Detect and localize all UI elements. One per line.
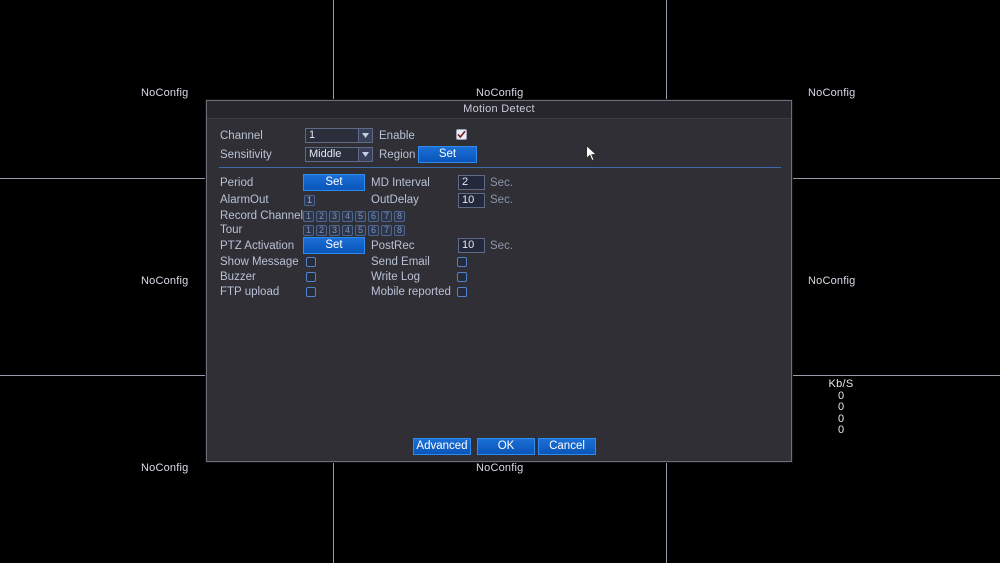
sensitivity-dropdown-value: Middle (309, 148, 342, 160)
period-set-button[interactable]: Set (303, 174, 365, 191)
write-log-checkbox[interactable] (457, 272, 467, 282)
md-interval-label: MD Interval (371, 177, 430, 189)
dialog-title: Motion Detect (463, 103, 535, 115)
show-message-checkbox[interactable] (306, 257, 316, 267)
tour-toggle[interactable]: 8 (394, 225, 405, 236)
tour-toggle[interactable]: 1 (303, 225, 314, 236)
chevron-down-icon (358, 129, 372, 142)
buzzer-checkbox[interactable] (306, 272, 316, 282)
send-email-label: Send Email (371, 256, 430, 268)
advanced-button[interactable]: Advanced (413, 438, 471, 455)
record-channel-toggle[interactable]: 7 (381, 211, 392, 222)
period-label: Period (220, 177, 254, 189)
channel-dropdown-value: 1 (309, 129, 316, 141)
record-channel-label: Record Channel (220, 210, 304, 222)
mouse-cursor (586, 144, 598, 163)
record-channel-toggle[interactable]: 1 (303, 211, 314, 222)
enable-label: Enable (379, 130, 415, 142)
ftp-upload-checkbox[interactable] (306, 287, 316, 297)
postrec-input[interactable]: 10 (458, 238, 485, 253)
alarmout-label: AlarmOut (220, 194, 269, 206)
mobile-reported-label: Mobile reported (371, 286, 451, 298)
md-interval-input[interactable]: 2 (458, 175, 485, 190)
md-interval-unit: Sec. (490, 177, 514, 189)
record-channel-toggle[interactable]: 3 (329, 211, 340, 222)
buzzer-label: Buzzer (220, 271, 256, 283)
section-divider (219, 167, 781, 168)
record-channel-toggle[interactable]: 8 (394, 211, 405, 222)
channel-dropdown[interactable]: 1 (305, 128, 373, 143)
ftp-upload-label: FTP upload (220, 286, 280, 298)
region-label: Region (379, 149, 416, 161)
show-message-label: Show Message (220, 256, 299, 268)
bitrate-value: 0 (837, 401, 845, 413)
record-channel-toggle[interactable]: 5 (355, 211, 366, 222)
channel-status-label: NoConfig (808, 275, 856, 287)
chevron-down-icon (358, 148, 372, 161)
tour-toggle[interactable]: 5 (355, 225, 366, 236)
region-set-button[interactable]: Set (418, 146, 477, 163)
channel-status-label: NoConfig (141, 275, 189, 287)
record-channel-toggle[interactable]: 4 (342, 211, 353, 222)
dialog-body: Channel 1 Enable Sensitivity Middle Regi… (207, 119, 791, 463)
channel-label: Channel (220, 130, 263, 142)
mobile-reported-checkbox[interactable] (457, 287, 467, 297)
channel-status-label: NoConfig (141, 462, 189, 474)
tour-label: Tour (220, 224, 243, 236)
record-channel-toggle[interactable]: 2 (316, 211, 327, 222)
channel-status-label: NoConfig (476, 87, 524, 99)
outdelay-unit: Sec. (490, 194, 514, 206)
alarmout-channel-toggle[interactable]: 1 (304, 195, 315, 206)
bitrate-value: 0 (837, 424, 845, 436)
channel-status-label: NoConfig (808, 87, 856, 99)
postrec-unit: Sec. (490, 240, 514, 252)
record-channel-toggles: 1 2 3 4 5 6 7 8 (303, 211, 407, 222)
tour-toggle[interactable]: 6 (368, 225, 379, 236)
channel-status-label: NoConfig (141, 87, 189, 99)
postrec-label: PostRec (371, 240, 415, 252)
sensitivity-dropdown[interactable]: Middle (305, 147, 373, 162)
channel-status-label: NoConfig (476, 462, 524, 474)
send-email-checkbox[interactable] (457, 257, 467, 267)
bitrate-title: Kb/S (828, 378, 854, 390)
enable-checkbox[interactable] (456, 129, 467, 140)
cancel-button[interactable]: Cancel (538, 438, 596, 455)
ptz-activation-set-button[interactable]: Set (303, 237, 365, 254)
tour-toggle[interactable]: 7 (381, 225, 392, 236)
sensitivity-label: Sensitivity (220, 149, 272, 161)
tour-toggle[interactable]: 4 (342, 225, 353, 236)
tour-toggles: 1 2 3 4 5 6 7 8 (303, 225, 407, 236)
outdelay-input[interactable]: 10 (458, 193, 485, 208)
outdelay-label: OutDelay (371, 194, 419, 206)
record-channel-toggle[interactable]: 6 (368, 211, 379, 222)
ptz-activation-label: PTZ Activation (220, 240, 295, 252)
ok-button[interactable]: OK (477, 438, 535, 455)
tour-toggle[interactable]: 2 (316, 225, 327, 236)
motion-detect-dialog: Motion Detect Channel 1 Enable Sensitivi… (206, 100, 792, 462)
write-log-label: Write Log (371, 271, 421, 283)
tour-toggle[interactable]: 3 (329, 225, 340, 236)
bitrate-readout: Kb/S 0 0 0 0 (806, 378, 876, 437)
